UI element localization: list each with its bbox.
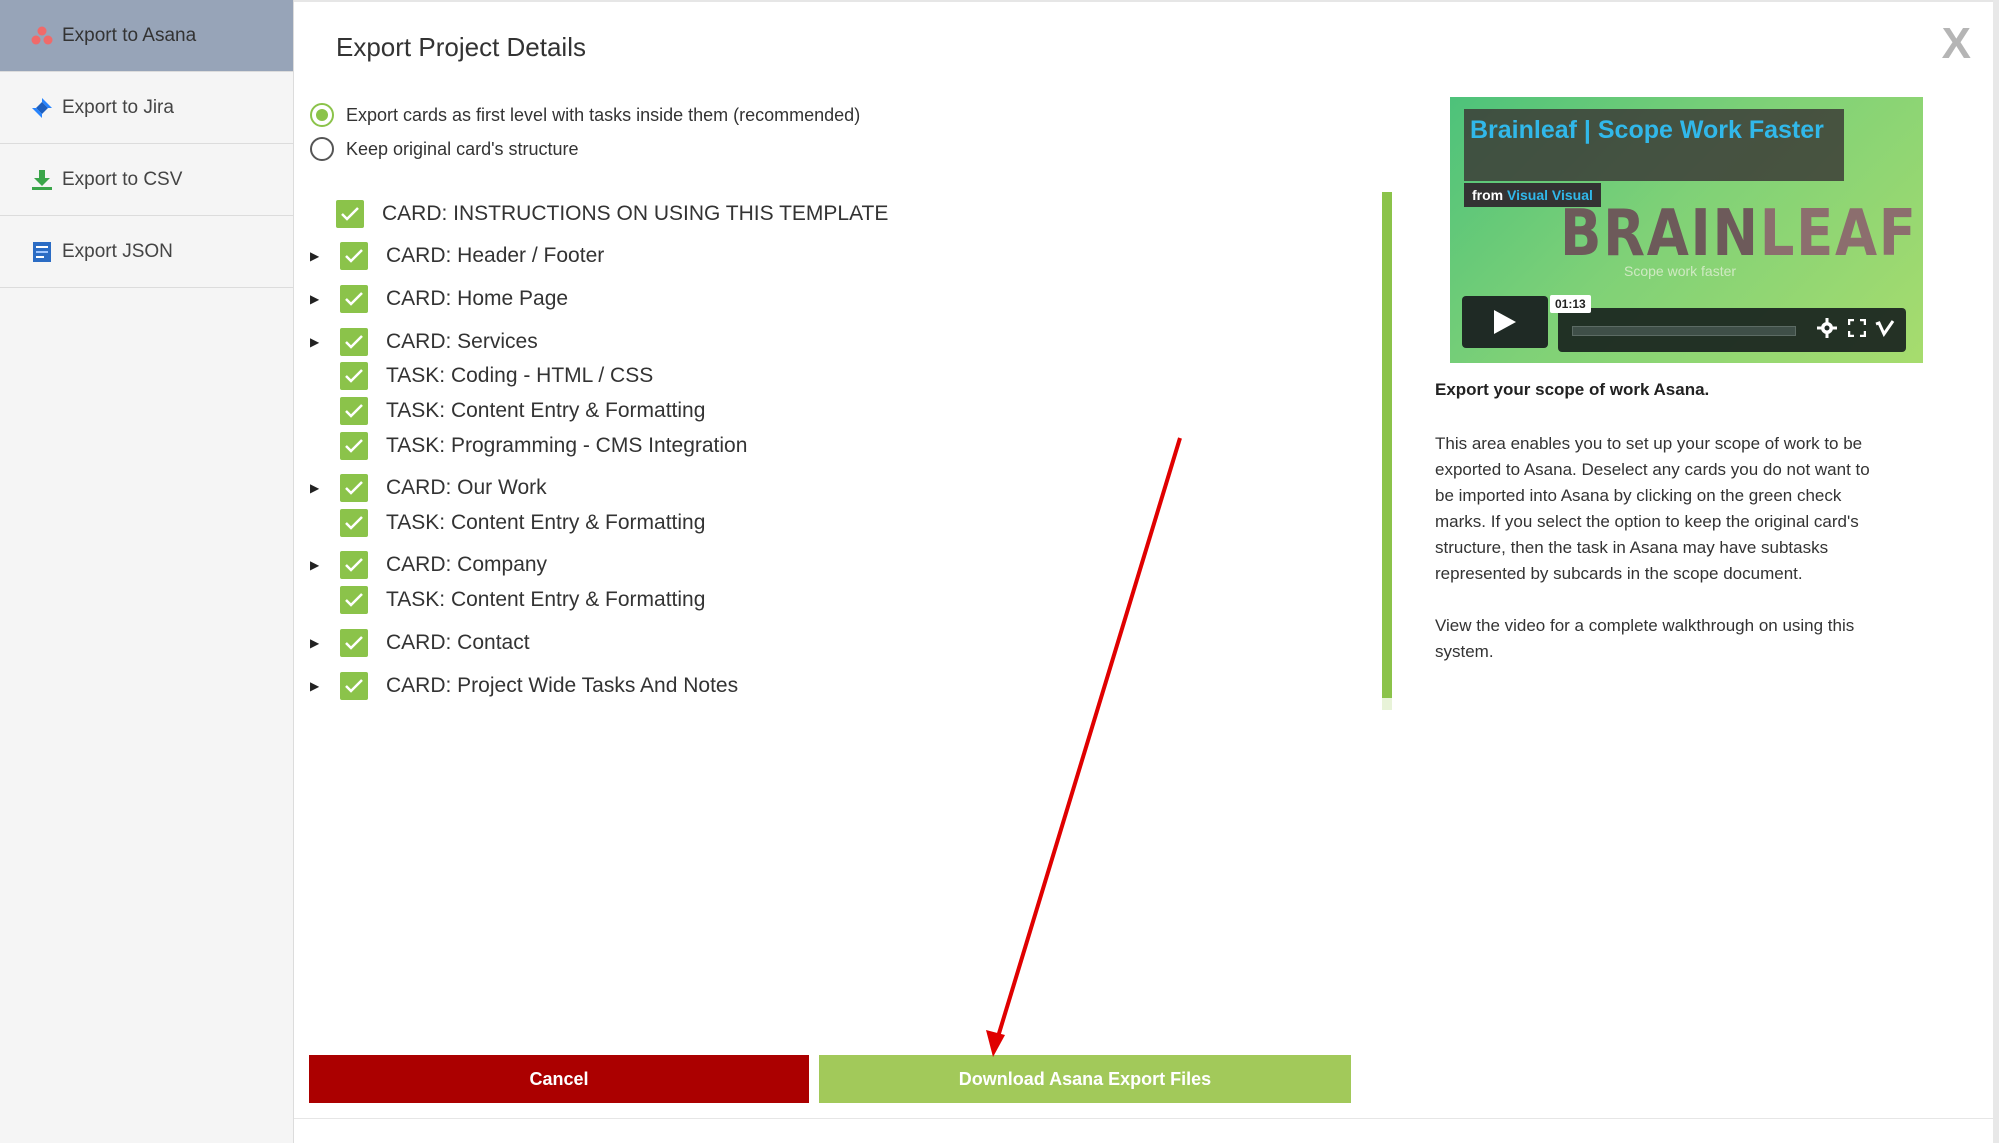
tree-item: ▶ CARD: Header / Footer — [310, 240, 604, 272]
tree-item-label: TASK: Coding - HTML / CSS — [386, 364, 654, 387]
checkmark-icon[interactable] — [340, 362, 368, 390]
jira-icon — [30, 96, 54, 120]
bottom-divider — [294, 1118, 1999, 1119]
sidebar-item-export-json[interactable]: Export JSON — [0, 216, 293, 288]
tree-item-label: TASK: Content Entry & Formatting — [386, 399, 706, 422]
vimeo-icon[interactable] — [1874, 317, 1896, 339]
checkmark-icon[interactable] — [340, 629, 368, 657]
tree-item: ▶ CARD: Contact — [310, 627, 530, 659]
tree-item: ▶ CARD: Project Wide Tasks And Notes — [310, 670, 738, 702]
expand-triangle-icon[interactable]: ▶ — [310, 679, 332, 693]
checkmark-icon[interactable] — [340, 509, 368, 537]
video-control-bar — [1558, 308, 1906, 352]
close-button[interactable]: X — [1942, 22, 1971, 66]
tree-item-label: CARD: Our Work — [386, 476, 547, 499]
scrollbar-thumb[interactable] — [1382, 192, 1392, 698]
right-panel-heading: Export your scope of work Asana. — [1435, 380, 1710, 399]
sidebar-item-export-jira[interactable]: Export to Jira — [0, 72, 293, 144]
tree-item: TASK: Content Entry & Formatting — [310, 507, 705, 539]
tree-item: TASK: Coding - HTML / CSS — [310, 360, 653, 392]
checkmark-icon[interactable] — [340, 586, 368, 614]
video-progress-bar[interactable] — [1572, 326, 1796, 336]
option-first-level[interactable]: Export cards as first level with tasks i… — [310, 103, 860, 127]
tree-item-label: TASK: Content Entry & Formatting — [386, 511, 706, 534]
tree-item-label: CARD: Project Wide Tasks And Notes — [386, 674, 739, 697]
checkmark-icon[interactable] — [336, 200, 364, 228]
sidebar-item-export-asana[interactable]: Export to Asana — [0, 0, 293, 72]
tree-item: ▶ CARD: Services — [310, 326, 538, 358]
download-asana-export-button[interactable]: Download Asana Export Files — [819, 1055, 1351, 1103]
asana-icon — [30, 24, 54, 48]
tree-scrollbar[interactable] — [1382, 192, 1392, 710]
checkmark-icon[interactable] — [340, 672, 368, 700]
video-tagline: Scope work faster — [1624, 263, 1737, 279]
sidebar-item-label: Export to Asana — [62, 24, 197, 46]
tree-item: TASK: Programming - CMS Integration — [310, 430, 747, 462]
expand-triangle-icon[interactable]: ▶ — [310, 249, 332, 263]
tree-item: CARD: INSTRUCTIONS ON USING THIS TEMPLAT… — [310, 198, 888, 230]
checkmark-icon[interactable] — [340, 474, 368, 502]
tree-item-label: CARD: Contact — [386, 631, 530, 654]
expand-triangle-icon[interactable]: ▶ — [310, 335, 332, 349]
play-icon — [1494, 310, 1516, 334]
tree-item-label: TASK: Programming - CMS Integration — [386, 434, 748, 457]
tree-item-label: TASK: Content Entry & Formatting — [386, 588, 706, 611]
checkmark-icon[interactable] — [340, 432, 368, 460]
window-edge — [1993, 0, 1999, 1143]
settings-gear-icon[interactable] — [1816, 317, 1838, 339]
checkmark-icon[interactable] — [340, 242, 368, 270]
sidebar-item-export-csv[interactable]: Export to CSV — [0, 144, 293, 216]
logo-right: LEAF — [1759, 197, 1918, 271]
tree-item-label: CARD: Header / Footer — [386, 244, 605, 267]
sidebar-item-label: Export JSON — [62, 240, 173, 262]
tree-item-label: CARD: INSTRUCTIONS ON USING THIS TEMPLAT… — [382, 202, 889, 225]
walkthrough-video[interactable]: Brainleaf | Scope Work Faster from Visua… — [1450, 97, 1923, 363]
option-label: Keep original card's structure — [346, 138, 579, 159]
right-panel-description: This area enables you to set up your sco… — [1435, 434, 1870, 583]
checkmark-icon[interactable] — [340, 397, 368, 425]
tree-item: ▶ CARD: Home Page — [310, 283, 568, 315]
expand-triangle-icon[interactable]: ▶ — [310, 558, 332, 572]
tree-item-label: CARD: Services — [386, 330, 538, 353]
tree-item: ▶ CARD: Company — [310, 549, 547, 581]
radio-selected-icon[interactable] — [310, 103, 334, 127]
right-panel-video-note: View the video for a complete walkthroug… — [1435, 616, 1855, 661]
video-from-prefix: from — [1472, 187, 1504, 203]
logo-left: BRAIN — [1560, 197, 1760, 271]
radio-empty-icon[interactable] — [310, 137, 334, 161]
expand-triangle-icon[interactable]: ▶ — [310, 292, 332, 306]
sidebar-item-label: Export to CSV — [62, 168, 183, 190]
export-main-panel: Export Project Details X Export cards as… — [294, 0, 1999, 1143]
expand-triangle-icon[interactable]: ▶ — [310, 636, 332, 650]
fullscreen-icon[interactable] — [1846, 317, 1868, 339]
checkmark-icon[interactable] — [340, 551, 368, 579]
checkmark-icon[interactable] — [340, 285, 368, 313]
cancel-button[interactable]: Cancel — [309, 1055, 809, 1103]
tree-item-label: CARD: Company — [386, 553, 548, 576]
video-title[interactable]: Brainleaf | Scope Work Faster — [1470, 113, 1830, 147]
tree-item: TASK: Content Entry & Formatting — [310, 584, 705, 616]
checkmark-icon[interactable] — [340, 328, 368, 356]
option-original-structure[interactable]: Keep original card's structure — [310, 137, 579, 161]
tree-item: TASK: Content Entry & Formatting — [310, 395, 705, 427]
export-sidebar: Export to Asana Export to Jira Export to… — [0, 0, 294, 1143]
expand-triangle-icon[interactable]: ▶ — [310, 481, 332, 495]
json-file-icon — [30, 240, 54, 264]
video-time: 01:13 — [1550, 295, 1591, 313]
tree-item-label: CARD: Home Page — [386, 287, 569, 310]
sidebar-item-label: Export to Jira — [62, 96, 174, 118]
page-title: Export Project Details — [336, 32, 586, 62]
option-label: Export cards as first level with tasks i… — [346, 104, 861, 125]
brainleaf-logo: BRAINLEAF — [1560, 197, 1918, 271]
download-icon — [30, 168, 54, 192]
play-button[interactable] — [1462, 296, 1548, 348]
tree-item: ▶ CARD: Our Work — [310, 472, 547, 504]
